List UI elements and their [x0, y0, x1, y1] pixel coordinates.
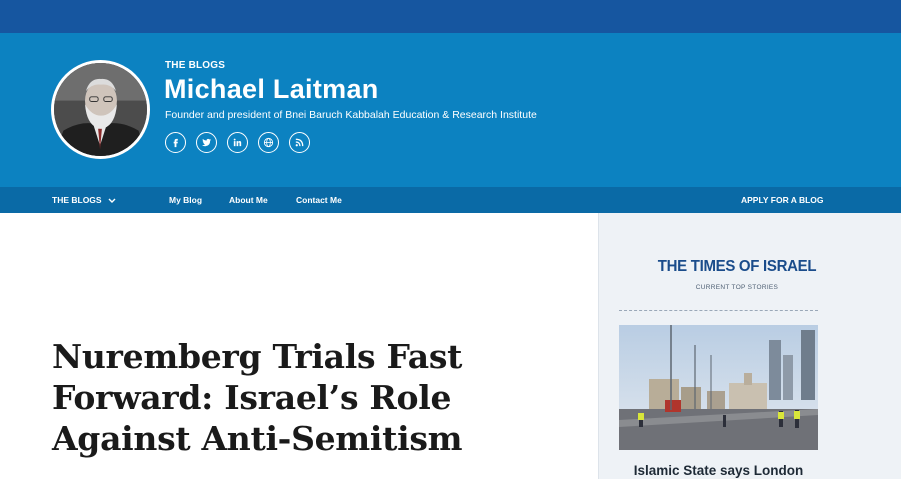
nav-the-blogs-label: THE BLOGS: [52, 195, 102, 205]
website-icon[interactable]: [258, 132, 279, 153]
article-title-line: Nuremberg Trials Fast: [52, 337, 463, 376]
social-links: [165, 132, 310, 153]
author-name[interactable]: Michael Laitman: [164, 74, 379, 105]
divider: [619, 310, 818, 311]
sidebar-top-stories: THE TIMES OF ISRAEL CURRENT TOP STORIES: [598, 213, 901, 479]
facebook-icon[interactable]: [165, 132, 186, 153]
nav-contact-me[interactable]: Contact Me: [296, 187, 342, 213]
linkedin-icon[interactable]: [227, 132, 248, 153]
story-image[interactable]: [619, 325, 818, 450]
blogs-kicker[interactable]: THE BLOGS: [165, 60, 225, 71]
author-description: Founder and president of Bnei Baruch Kab…: [165, 109, 537, 121]
article-title: Nuremberg Trials Fast Forward: Israel’s …: [52, 336, 572, 459]
top-stories-subtitle: CURRENT TOP STORIES: [695, 284, 779, 291]
author-avatar[interactable]: [51, 60, 150, 159]
apply-for-blog-link[interactable]: APPLY FOR A BLOG: [741, 187, 824, 213]
article-title-line: Forward: Israel’s Role: [52, 378, 452, 417]
chevron-down-icon: [108, 188, 116, 214]
story-headline[interactable]: Islamic State says London: [619, 463, 818, 478]
author-photo: [54, 63, 147, 156]
nav-the-blogs-menu[interactable]: THE BLOGS: [52, 187, 116, 213]
nav-about-me[interactable]: About Me: [229, 187, 268, 213]
twitter-icon[interactable]: [196, 132, 217, 153]
top-bar: [0, 0, 901, 33]
times-of-israel-logo[interactable]: THE TIMES OF ISRAEL: [655, 258, 819, 276]
article-title-line: Against Anti-Semitism: [52, 419, 463, 458]
blog-navbar: THE BLOGS My Blog About Me Contact Me AP…: [0, 187, 901, 213]
rss-icon[interactable]: [289, 132, 310, 153]
blog-header: THE BLOGS Michael Laitman Founder and pr…: [0, 33, 901, 187]
nav-my-blog[interactable]: My Blog: [169, 187, 202, 213]
